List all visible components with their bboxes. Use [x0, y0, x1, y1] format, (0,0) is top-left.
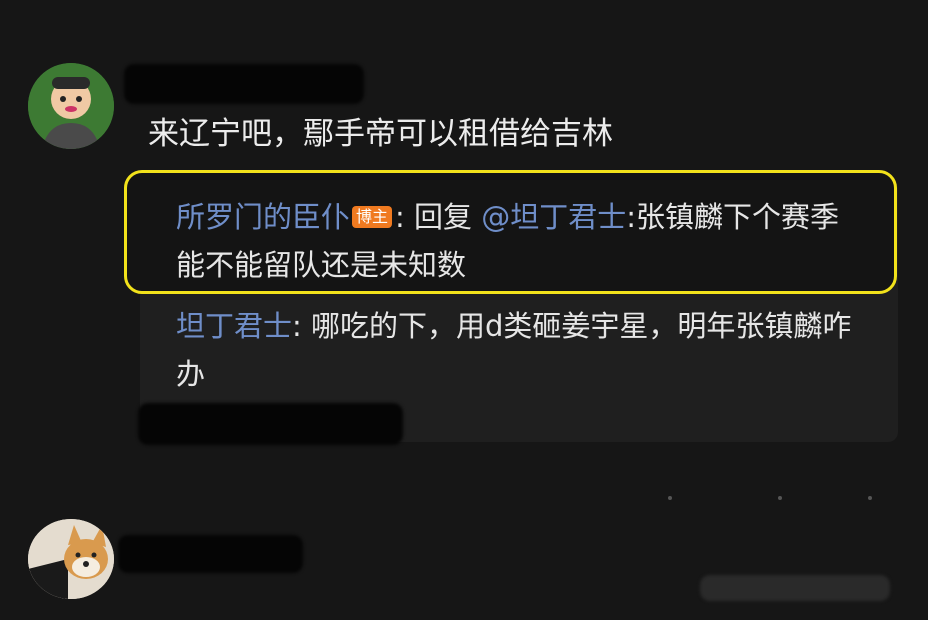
comment-text: 来辽宁吧，鄢手帝可以租借给吉林: [148, 116, 613, 152]
redacted-line: [138, 403, 403, 445]
commenter-name-redacted: [124, 64, 364, 104]
watermark-redacted: [700, 575, 890, 601]
reply-action: 回复: [414, 200, 482, 234]
reply-item[interactable]: 所罗门的臣仆 博主: 回复 @坦丁君士:张镇麟下个赛季能不能留队还是未知数: [176, 193, 866, 289]
author-badge: 博主: [352, 206, 393, 228]
reply-username[interactable]: 所罗门的臣仆: [176, 200, 350, 234]
commenter-avatar[interactable]: [28, 63, 114, 149]
reply-separator: :: [292, 309, 312, 343]
mention-link[interactable]: @坦丁君士: [481, 200, 626, 234]
reply-username[interactable]: 坦丁君士: [176, 309, 292, 343]
commenter-name-redacted: [118, 535, 303, 573]
divider-dots: [668, 496, 888, 500]
reply-item[interactable]: 坦丁君士: 哪吃的下，用d类砸姜宇星，明年张镇麟咋办: [176, 302, 866, 398]
commenter-avatar[interactable]: [28, 519, 114, 599]
reply-separator: :: [395, 200, 415, 234]
